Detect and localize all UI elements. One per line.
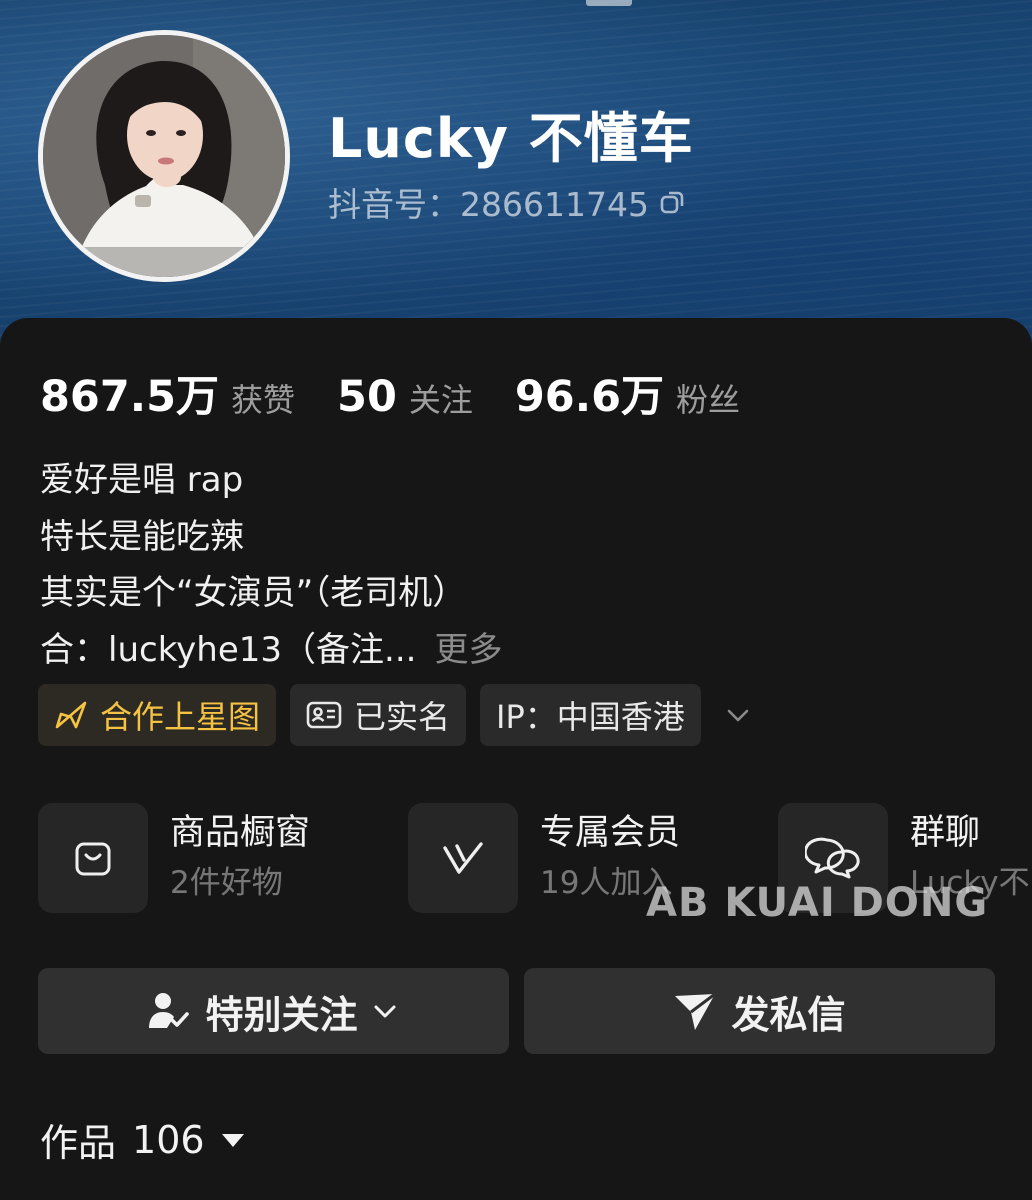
works-tab[interactable]: 作品 106 xyxy=(40,1112,247,1167)
special-follow-button[interactable]: 特别关注 xyxy=(38,968,509,1054)
vip-v-icon xyxy=(408,803,518,913)
stat-value: 867.5万 xyxy=(40,372,220,422)
nickname: Lucky 不懂车 xyxy=(328,107,694,170)
tag-ip-location[interactable]: IP：中国香港 xyxy=(480,684,701,746)
bio-line: 其实是个“女演员”（老司机） xyxy=(40,573,467,613)
send-message-button[interactable]: 发私信 xyxy=(524,968,995,1054)
service-membership[interactable]: 专属会员 19人加入 xyxy=(408,802,680,914)
caret-down-icon xyxy=(219,1130,247,1150)
profile-card xyxy=(0,318,1032,1200)
send-message-label: 发私信 xyxy=(731,992,846,1037)
service-text: 商品橱窗 2件好物 xyxy=(170,808,310,908)
chevron-down-icon[interactable] xyxy=(721,698,755,732)
stat-following[interactable]: 50 关注 xyxy=(337,372,473,422)
tag-label: 合作上星图 xyxy=(100,698,261,736)
stat-label: 获赞 xyxy=(231,381,296,419)
tag-label: 已实名 xyxy=(354,698,451,736)
service-shop-window[interactable]: 商品橱窗 2件好物 xyxy=(38,802,310,914)
boat-silhouette xyxy=(586,0,632,6)
douyin-id: 抖音号：286611745 xyxy=(328,185,649,224)
star-chart-icon xyxy=(54,700,88,730)
service-title: 专属会员 xyxy=(540,813,681,853)
profile-page: Lucky 不懂车 抖音号：286611745 867.5万 获赞 50 关注 … xyxy=(0,0,1032,1200)
copy-icon[interactable] xyxy=(659,188,687,216)
tag-row: 合作上星图 已实名 IP：中国香港 xyxy=(38,684,755,746)
paper-plane-icon xyxy=(673,990,717,1032)
bio-line-text: 合：luckyhe13（备注... xyxy=(40,629,417,670)
stat-label: 粉丝 xyxy=(675,381,740,419)
stat-value: 96.6万 xyxy=(514,372,664,422)
chevron-down-icon xyxy=(370,996,400,1026)
watermark-text: AB KUAI DONG xyxy=(646,880,989,926)
avatar[interactable] xyxy=(38,30,290,282)
bio-line: 爱好是唱 rap xyxy=(40,460,244,500)
shopping-bag-icon xyxy=(38,803,148,913)
service-title: 群聊 xyxy=(910,813,981,853)
bio[interactable]: 爱好是唱 rap 特长是能吃辣 其实是个“女演员”（老司机） 合：luckyhe… xyxy=(40,452,502,678)
works-count: 106 xyxy=(132,1117,205,1162)
stat-followers[interactable]: 96.6万 粉丝 xyxy=(515,362,740,424)
service-title: 商品橱窗 xyxy=(170,813,311,853)
user-check-icon xyxy=(147,990,191,1032)
works-label: 作品 xyxy=(40,1121,117,1165)
douyin-id-row[interactable]: 抖音号：286611745 xyxy=(328,178,687,226)
stat-likes[interactable]: 867.5万 获赞 xyxy=(40,362,295,424)
id-card-icon xyxy=(306,700,342,730)
bio-line-last: 合：luckyhe13（备注... 更多 xyxy=(40,622,502,679)
bio-more-link[interactable]: 更多 xyxy=(434,630,502,670)
service-subtitle: 2件好物 xyxy=(170,865,283,901)
action-buttons: 特别关注 发私信 xyxy=(38,968,1010,1054)
stat-value: 50 xyxy=(337,372,397,422)
stat-label: 关注 xyxy=(408,381,473,419)
tag-verified[interactable]: 已实名 xyxy=(290,684,467,746)
tag-label: IP：中国香港 xyxy=(496,698,685,736)
stats-row: 867.5万 获赞 50 关注 96.6万 粉丝 xyxy=(40,362,782,424)
tag-star-chart[interactable]: 合作上星图 xyxy=(38,684,277,746)
bio-line: 特长是能吃辣 xyxy=(40,516,244,557)
special-follow-label: 特别关注 xyxy=(205,992,358,1037)
